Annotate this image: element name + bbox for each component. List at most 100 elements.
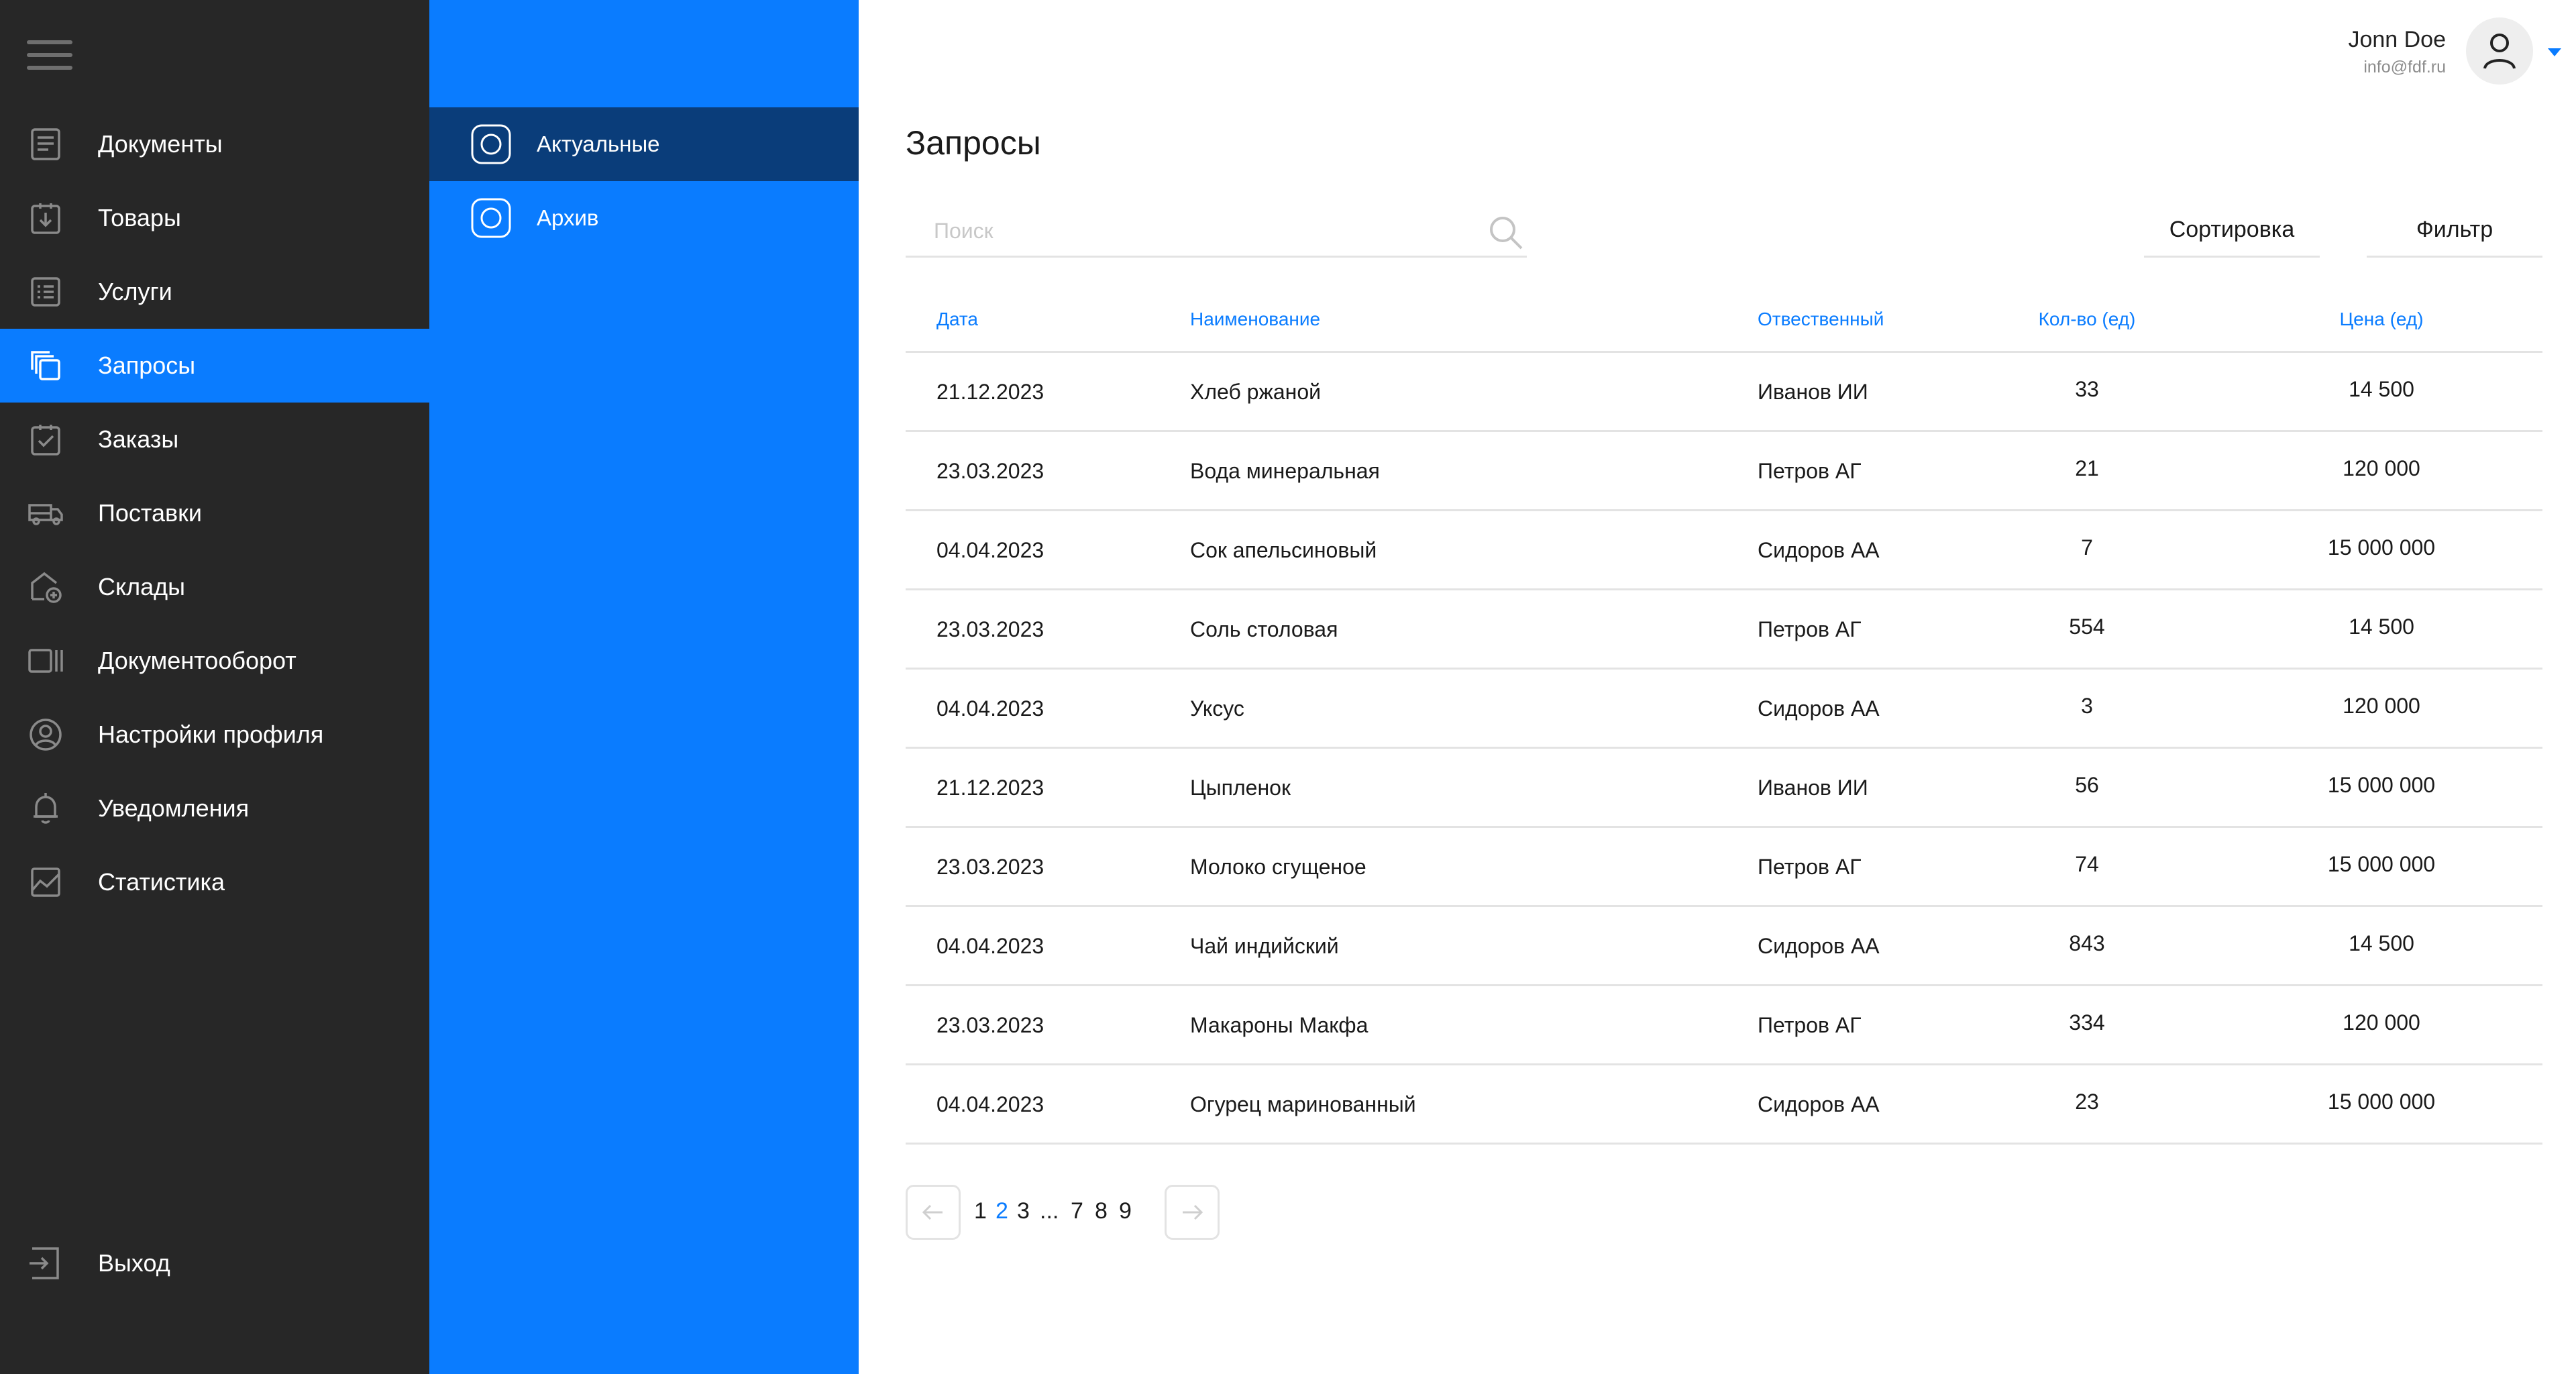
table-row[interactable]: 23.03.2023 Вода минеральная Петров АГ 21… [906,432,2542,511]
sidebar-item-warehouses[interactable]: Склады [0,550,429,624]
sidebar-item-orders[interactable]: Заказы [0,403,429,476]
column-header-responsible[interactable]: Отвественный [1758,309,1884,330]
table-row[interactable]: 04.04.2023 Чай индийский Сидоров АА 843 … [906,907,2542,986]
sidebar-item-label: Услуги [98,278,172,305]
table-row[interactable]: 04.04.2023 Уксус Сидоров АА 3 120 000 [906,670,2542,749]
sidebar-item-profile-settings[interactable]: Настройки профиля [0,698,429,772]
cell-date: 23.03.2023 [936,459,1044,483]
cell-qty: 21 [2075,456,2099,480]
chart-icon [27,863,64,901]
cell-responsible: Сидоров АА [1758,538,1880,562]
table-row[interactable]: 04.04.2023 Сок апельсиновый Сидоров АА 7… [906,511,2542,590]
hamburger-menu-icon[interactable] [27,40,72,70]
table-row[interactable]: 04.04.2023 Огурец маринованный Сидоров А… [906,1065,2542,1145]
bell-icon [27,790,64,827]
arrow-right-icon [1183,1204,1203,1220]
cell-qty: 554 [2069,615,2105,639]
cell-qty: 3 [2081,694,2093,718]
column-header-name[interactable]: Наименование [1190,309,1320,330]
cell-price: 15 000 000 [2327,852,2436,876]
user-icon [2483,34,2516,69]
cell-price: 120 000 [2343,1010,2420,1035]
search-input[interactable] [932,211,1456,251]
column-header-price[interactable]: Цена (ед) [2281,309,2482,330]
sidebar-item-services[interactable]: Услуги [0,255,429,329]
subnav-item-label: Архив [537,205,599,230]
sidebar-item-label: Статистика [98,868,225,896]
cell-responsible: Иванов ИИ [1758,380,1868,404]
cell-date: 23.03.2023 [936,617,1044,641]
page-title: Запросы [906,124,1041,162]
sidebar-item-documents[interactable]: Документы [0,107,429,181]
cell-qty: 843 [2069,931,2105,955]
sidebar-item-label: Документы [98,130,223,158]
sort-button[interactable]: Сортировка [2144,204,2320,258]
chevron-down-icon[interactable] [2546,46,2563,59]
table-row[interactable]: 21.12.2023 Цыпленок Иванов ИИ 56 15 000 … [906,749,2542,828]
page-number[interactable]: 9 [1119,1198,1132,1224]
instagram-like-icon [470,123,513,166]
cell-name: Вода минеральная [1190,459,1380,483]
sidebar-item-document-flow[interactable]: Документооборот [0,624,429,698]
cell-name: Соль столовая [1190,617,1338,641]
cell-price: 15 000 000 [2327,535,2436,560]
table-row[interactable]: 23.03.2023 Молоко сгущеное Петров АГ 74 … [906,828,2542,907]
sidebar: Документы Товары Услуги Запросы Заказы П… [0,0,429,1374]
cell-date: 04.04.2023 [936,934,1044,958]
sidebar-nav: Документы Товары Услуги Запросы Заказы П… [0,107,429,919]
sidebar-item-notifications[interactable]: Уведомления [0,772,429,845]
requests-table: Дата Наименование Отвественный Кол-во (е… [906,295,2542,1145]
warehouse-icon [27,568,64,606]
cell-responsible: Петров АГ [1758,1013,1862,1037]
arrow-left-icon [922,1204,943,1220]
table-row[interactable]: 21.12.2023 Хлеб ржаной Иванов ИИ 33 14 5… [906,353,2542,432]
cell-qty: 33 [2075,377,2099,401]
cell-name: Цыпленок [1190,776,1291,800]
search-bar [906,204,1527,258]
cell-price: 14 500 [2349,615,2414,639]
document-flow-icon [27,642,64,680]
profile-settings-icon [27,716,64,753]
avatar[interactable] [2466,17,2533,85]
page-number[interactable]: 3 [1017,1198,1030,1224]
cell-qty: 23 [2075,1090,2099,1114]
logout-button[interactable]: Выход [0,1226,429,1300]
subnav-item-current[interactable]: Актуальные [429,107,859,181]
cell-date: 23.03.2023 [936,1013,1044,1037]
cell-name: Уксус [1190,696,1244,721]
requests-copy-icon [27,347,64,384]
subnav-item-archive[interactable]: Архив [429,181,859,255]
pagination: 1 2 3 ... 7 8 9 [906,1185,1241,1241]
cell-responsible: Сидоров АА [1758,696,1880,721]
user-menu[interactable]: Jonn Doe info@fdf.ru [2294,16,2563,86]
cell-qty: 7 [2081,535,2093,560]
page-number[interactable]: 7 [1071,1198,1083,1224]
sidebar-item-statistics[interactable]: Статистика [0,845,429,919]
next-page-button[interactable] [1165,1185,1220,1240]
table-row[interactable]: 23.03.2023 Макароны Макфа Петров АГ 334 … [906,986,2542,1065]
sidebar-item-requests[interactable]: Запросы [0,329,429,403]
prev-page-button[interactable] [906,1185,961,1240]
sidebar-item-goods[interactable]: Товары [0,181,429,255]
cell-price: 120 000 [2343,456,2420,480]
page-number-current[interactable]: 2 [996,1198,1008,1224]
cell-responsible: Петров АГ [1758,459,1862,483]
cell-date: 04.04.2023 [936,1092,1044,1116]
sidebar-item-deliveries[interactable]: Поставки [0,476,429,550]
cell-name: Макароны Макфа [1190,1013,1368,1037]
goods-box-icon [27,199,64,237]
subnav-item-label: Актуальные [537,131,660,156]
page-ellipsis: ... [1040,1198,1059,1224]
sidebar-item-label: Настройки профиля [98,721,324,748]
cell-price: 14 500 [2349,931,2414,955]
page-number[interactable]: 8 [1095,1198,1108,1224]
table-row[interactable]: 23.03.2023 Соль столовая Петров АГ 554 1… [906,590,2542,670]
cell-name: Чай индийский [1190,934,1339,958]
cell-date: 21.12.2023 [936,776,1044,800]
search-icon[interactable] [1487,213,1525,252]
filter-button[interactable]: Фильтр [2367,204,2542,258]
cell-date: 04.04.2023 [936,538,1044,562]
column-header-date[interactable]: Дата [936,309,978,330]
column-header-qty[interactable]: Кол-во (ед) [2010,309,2164,330]
page-number[interactable]: 1 [974,1198,987,1224]
